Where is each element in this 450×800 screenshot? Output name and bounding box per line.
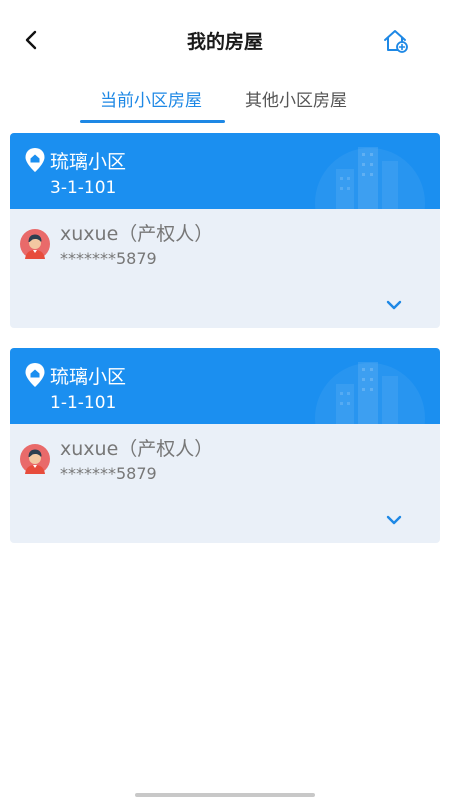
tab-bar: 当前小区房屋 其他小区房屋 xyxy=(0,80,450,126)
buildings-background-icon xyxy=(315,147,425,209)
home-add-icon[interactable] xyxy=(380,26,410,56)
community-name: 琉璃小区 xyxy=(50,151,127,173)
community-name: 琉璃小区 xyxy=(50,366,127,388)
card-body: xuxue（产权人） *******5879 xyxy=(10,424,440,543)
buildings-background-icon xyxy=(315,362,425,424)
house-card[interactable]: 琉璃小区 3-1-101 xuxue（产权人） *******5879 xyxy=(10,133,440,328)
tab-active-indicator xyxy=(80,120,225,123)
home-indicator xyxy=(135,793,315,797)
owner-phone: *******5879 xyxy=(60,464,157,483)
location-pin-icon xyxy=(25,363,45,387)
card-body: xuxue（产权人） *******5879 xyxy=(10,209,440,328)
chevron-down-icon[interactable] xyxy=(384,512,404,528)
owner-name: xuxue（产权人） xyxy=(60,438,214,460)
avatar xyxy=(20,229,50,259)
owner-phone: *******5879 xyxy=(60,249,157,268)
avatar xyxy=(20,444,50,474)
tab-other-community[interactable]: 其他小区房屋 xyxy=(245,86,347,111)
room-number: 3-1-101 xyxy=(50,178,117,198)
chevron-down-icon[interactable] xyxy=(384,297,404,313)
house-card[interactable]: 琉璃小区 1-1-101 xuxue（产权人） *******5879 xyxy=(10,348,440,543)
card-header: 琉璃小区 1-1-101 xyxy=(10,348,440,424)
nav-bar: 我的房屋 xyxy=(0,0,450,80)
room-number: 1-1-101 xyxy=(50,393,117,413)
owner-name: xuxue（产权人） xyxy=(60,223,214,245)
card-header: 琉璃小区 3-1-101 xyxy=(10,133,440,209)
location-pin-icon xyxy=(25,148,45,172)
tab-current-community[interactable]: 当前小区房屋 xyxy=(100,86,202,111)
